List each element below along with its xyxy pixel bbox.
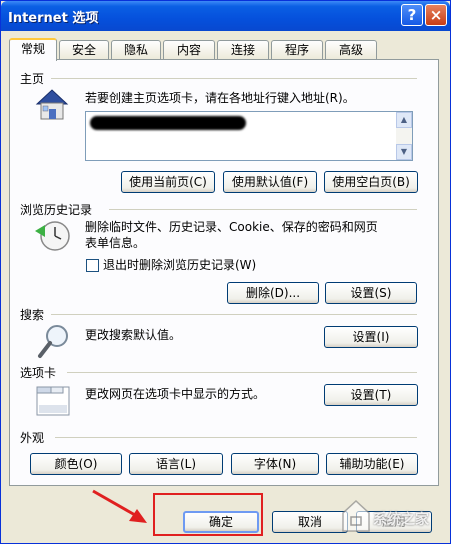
textarea-scrollbar[interactable]: ▲ ▼ (396, 112, 412, 160)
title-bar[interactable]: Internet 选项 ? × (1, 1, 450, 31)
watermark-logo-icon (342, 499, 370, 532)
home-description: 若要创建主页选项卡，请在各地址行键入地址(R)。 (85, 91, 355, 105)
redacted-address (90, 116, 246, 130)
magnifier-search-icon (38, 325, 68, 358)
accessibility-button[interactable]: 辅助功能(E) (326, 453, 418, 475)
home-page-address-textarea[interactable]: ▲ ▼ (85, 111, 413, 161)
internet-options-dialog: Internet 选项 ? × 常规 安全 隐私 内容 连接 程序 高级 主页 … (0, 0, 451, 544)
appearance-divider (55, 437, 417, 438)
tab-strip: 常规 安全 隐私 内容 连接 程序 高级 (9, 38, 439, 61)
history-description-line2: 表单信息。 (85, 236, 146, 250)
delete-history-button[interactable]: 删除(D)... (227, 282, 319, 304)
search-settings-button[interactable]: 设置(I) (324, 326, 418, 348)
tabs-settings-button[interactable]: 设置(T) (324, 384, 418, 406)
tab-general[interactable]: 常规 (9, 38, 57, 61)
tabs-divider (67, 372, 417, 373)
help-button[interactable]: ? (401, 4, 423, 26)
search-divider (51, 314, 417, 315)
tab-connections[interactable]: 连接 (217, 40, 269, 60)
use-blank-button[interactable]: 使用空白页(B) (324, 171, 418, 193)
home-icon (35, 89, 69, 120)
delete-on-exit-checkbox[interactable] (86, 259, 99, 272)
home-heading: 主页 (20, 70, 49, 87)
fonts-button[interactable]: 字体(N) (231, 453, 319, 475)
use-default-button[interactable]: 使用默认值(F) (223, 171, 317, 193)
use-current-button[interactable]: 使用当前页(C) (121, 171, 215, 193)
tab-security[interactable]: 安全 (59, 40, 109, 60)
history-divider (109, 209, 417, 210)
appearance-heading: 外观 (20, 429, 49, 446)
history-heading: 浏览历史记录 (20, 201, 97, 218)
languages-button[interactable]: 语言(L) (129, 453, 223, 475)
watermark-text: 系统之家 (373, 512, 429, 528)
cancel-button[interactable]: 取消 (272, 511, 348, 533)
history-settings-button[interactable]: 设置(S) (325, 282, 417, 304)
history-description-line1: 删除临时文件、历史记录、Cookie、保存的密码和网页 (85, 220, 378, 234)
tabs-description: 更改网页在选项卡中显示的方式。 (85, 387, 266, 401)
colors-button[interactable]: 颜色(O) (30, 453, 122, 475)
tab-content[interactable]: 内容 (163, 40, 215, 60)
tab-programs[interactable]: 程序 (271, 40, 323, 60)
scroll-down-icon[interactable]: ▼ (396, 144, 412, 160)
window-title: Internet 选项 (8, 11, 99, 26)
home-divider (51, 78, 417, 79)
ok-highlight-box (153, 493, 263, 536)
delete-on-exit-label[interactable]: 退出时删除浏览历史记录(W) (103, 257, 256, 273)
red-arrow-icon (92, 489, 147, 523)
tab-advanced[interactable]: 高级 (325, 40, 377, 60)
search-description: 更改搜索默认值。 (85, 328, 182, 342)
search-heading: 搜索 (20, 306, 49, 323)
tabs-heading: 选项卡 (20, 364, 61, 381)
clock-history-icon (35, 221, 70, 251)
tabs-window-icon (36, 386, 70, 416)
tab-privacy[interactable]: 隐私 (111, 40, 161, 60)
scroll-up-icon[interactable]: ▲ (396, 112, 412, 128)
close-button[interactable]: × (425, 4, 447, 26)
